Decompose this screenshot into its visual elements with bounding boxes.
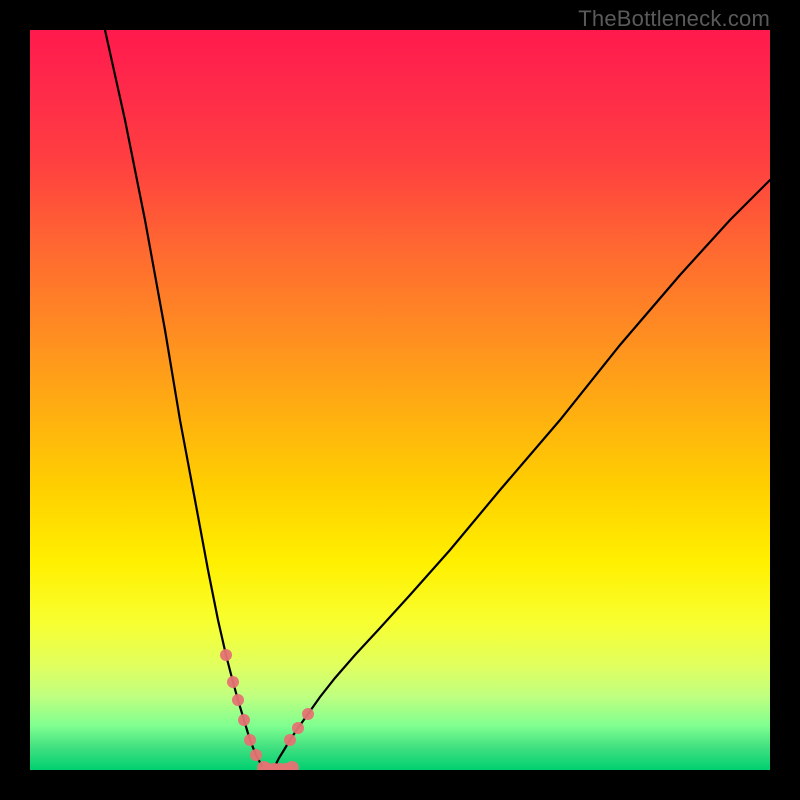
watermark-text: TheBottleneck.com	[578, 6, 770, 32]
outer-frame: TheBottleneck.com	[0, 0, 800, 800]
chart-svg	[30, 30, 770, 770]
left-curve	[105, 30, 264, 770]
marker-dots	[220, 649, 314, 770]
marker-dot	[250, 749, 262, 761]
marker-dot	[244, 734, 256, 746]
marker-dot	[232, 694, 244, 706]
marker-dot	[227, 676, 239, 688]
marker-dot	[238, 714, 250, 726]
marker-dot	[220, 649, 232, 661]
marker-dot	[285, 761, 299, 770]
marker-dot	[292, 722, 304, 734]
plot-area	[30, 30, 770, 770]
marker-dot	[302, 708, 314, 720]
marker-dot	[284, 734, 296, 746]
right-curve	[274, 180, 770, 770]
